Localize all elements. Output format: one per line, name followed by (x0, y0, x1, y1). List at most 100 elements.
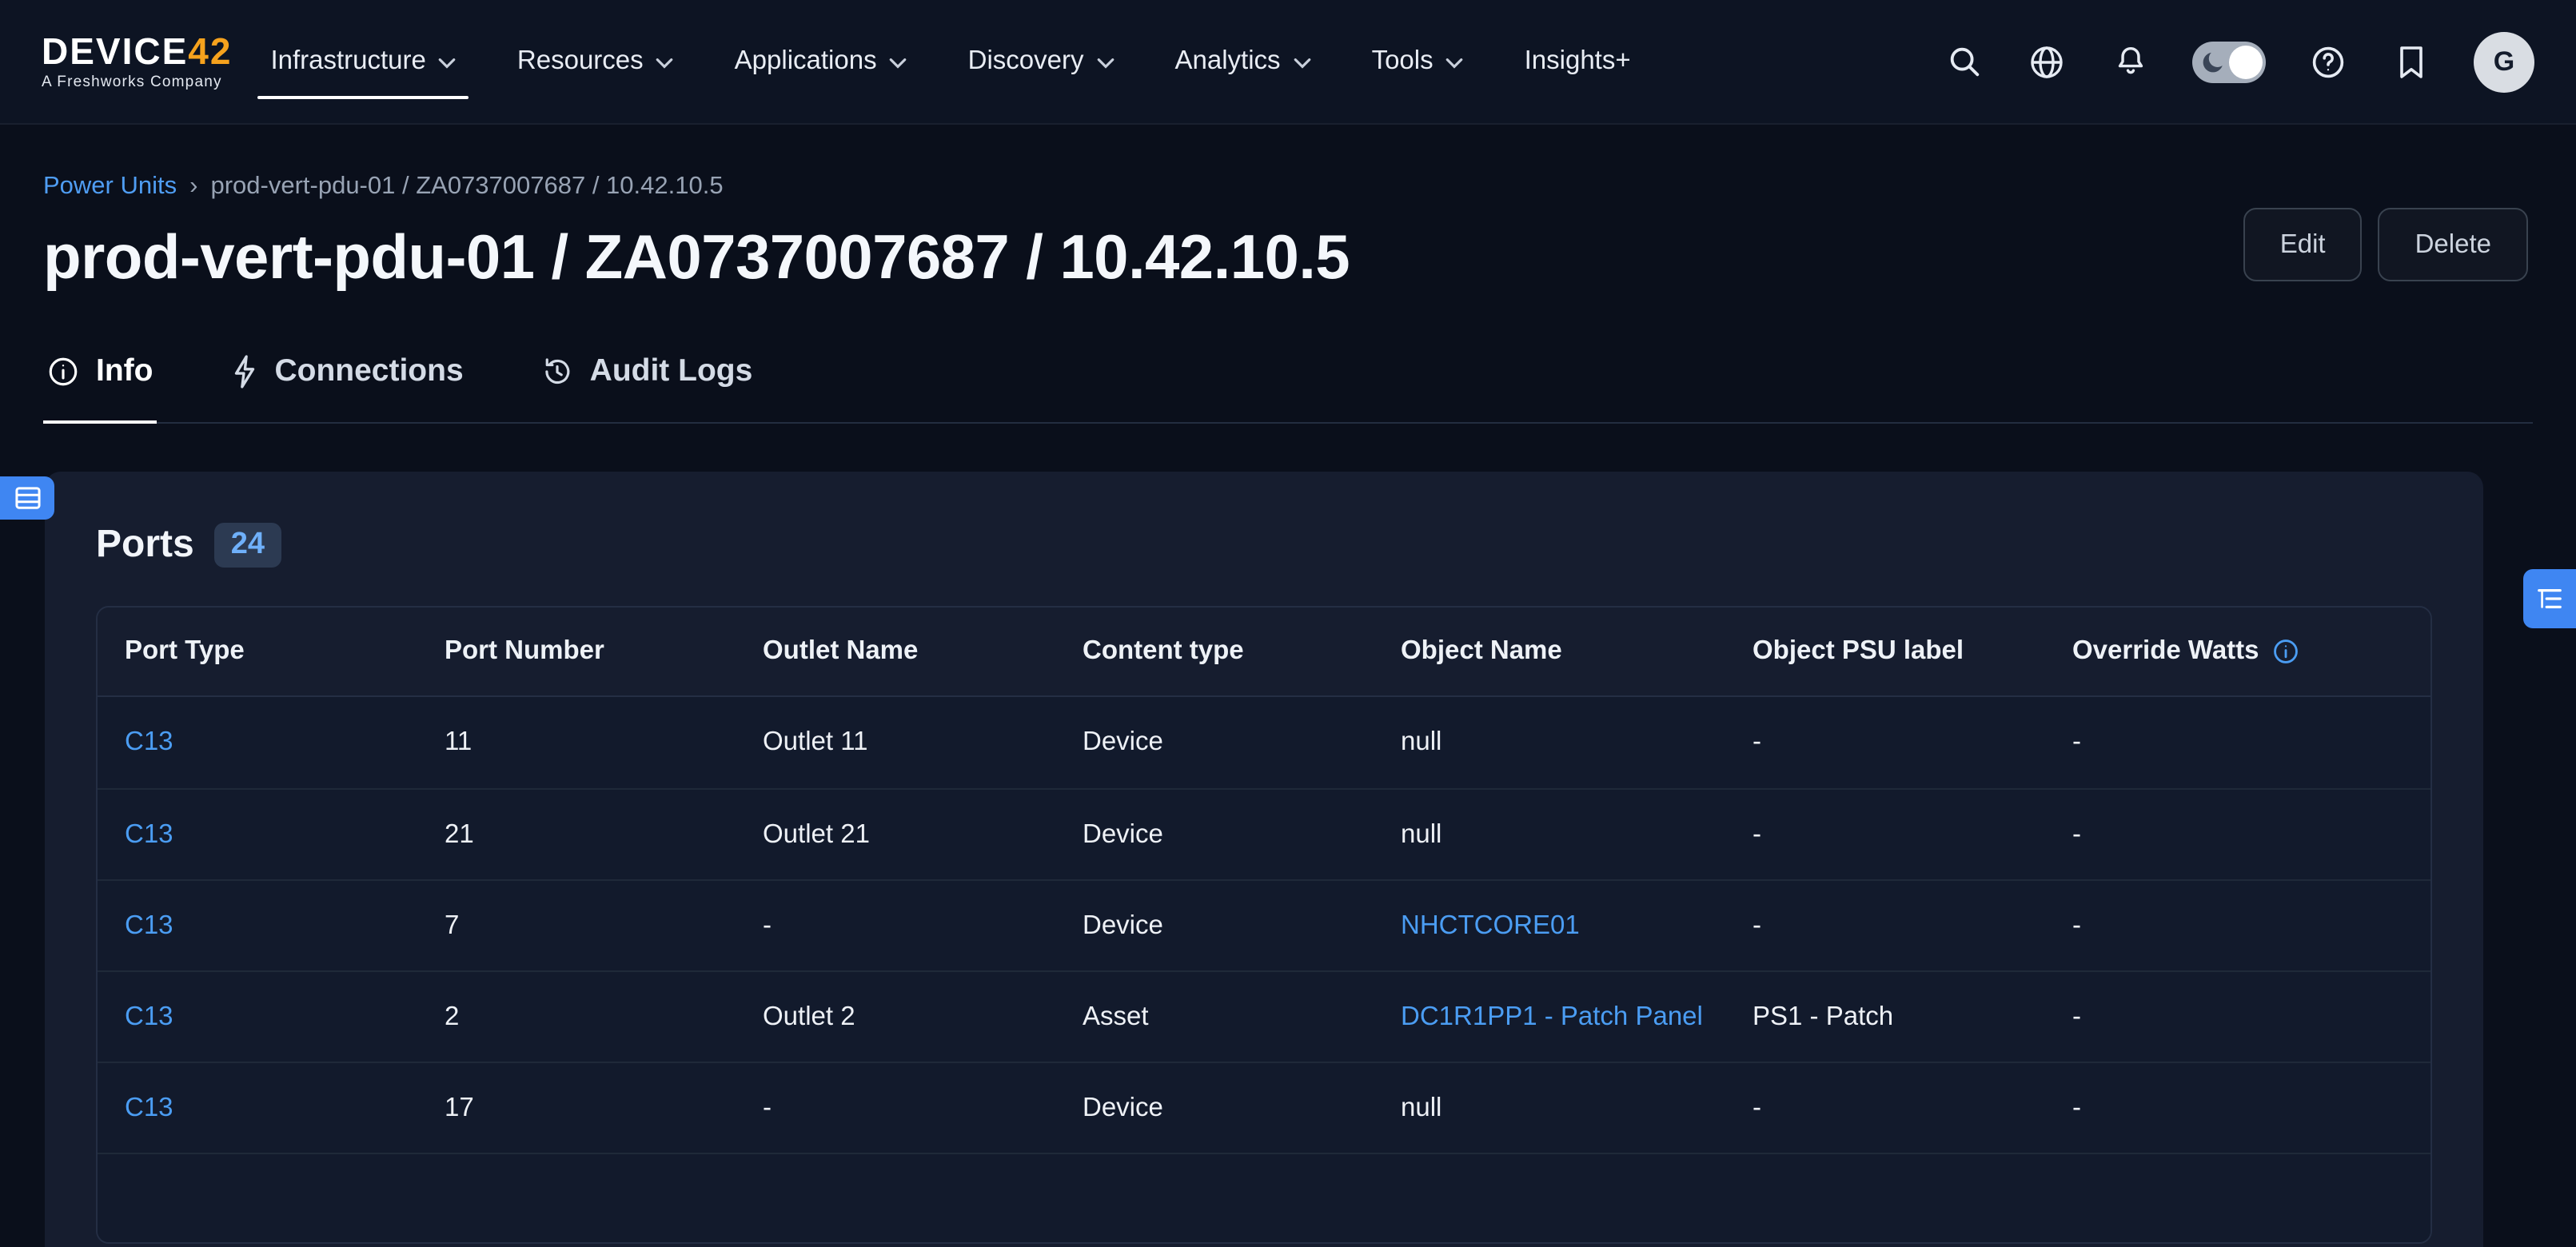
cell-text: 7 (445, 910, 459, 941)
nav-label: Infrastructure (270, 46, 425, 77)
nav-item-applications[interactable]: Applications (732, 0, 911, 123)
tab-info[interactable]: Info (43, 345, 156, 422)
column-header-object-name: Object Name (1374, 636, 1725, 667)
nav-label: Applications (735, 46, 877, 77)
tree-view-toggle-button[interactable] (2523, 569, 2576, 628)
table-row: C132Outlet 2AssetDC1R1PP1 - Patch PanelP… (98, 970, 2430, 1062)
cell-text: Device (1083, 1093, 1163, 1123)
main-nav: Infrastructure Resources Applications Di… (267, 0, 1633, 123)
chevron-down-icon (656, 58, 674, 69)
cell-link[interactable]: NHCTCORE01 (1401, 910, 1580, 941)
table-row: C1311Outlet 11Devicenull-- (98, 697, 2430, 788)
cell-text: Outlet 21 (763, 819, 870, 850)
list-panel-icon (14, 486, 41, 510)
nav-item-tools[interactable]: Tools (1369, 0, 1467, 123)
tab-audit-logs[interactable]: Audit Logs (537, 345, 756, 422)
help-icon[interactable] (2307, 41, 2349, 82)
ports-table: Port Type Port Number Outlet Name Conten… (96, 606, 2432, 1244)
nav-item-resources[interactable]: Resources (514, 0, 677, 123)
chevron-down-icon (439, 58, 457, 69)
breadcrumb-current: prod-vert-pdu-01 / ZA0737007687 / 10.42.… (210, 173, 723, 201)
top-navbar: DEVICE42 A Freshworks Company Infrastruc… (0, 0, 2576, 125)
chevron-down-icon (1446, 58, 1464, 69)
device42-logo[interactable]: DEVICE42 A Freshworks Company (42, 32, 232, 91)
ports-title: Ports (96, 523, 194, 568)
logo-accent: 42 (188, 30, 232, 72)
cell-link[interactable]: C13 (125, 1002, 173, 1032)
breadcrumb-separator: › (189, 173, 197, 201)
cell-text: 2 (445, 1002, 459, 1032)
chevron-down-icon (1294, 58, 1311, 69)
cell-link[interactable]: DC1R1PP1 - Patch Panel (1401, 1002, 1703, 1032)
user-avatar[interactable]: G (2474, 31, 2534, 92)
cell-text: Asset (1083, 1002, 1149, 1032)
cell-link[interactable]: C13 (125, 910, 173, 941)
app-viewport: DEVICE42 A Freshworks Company Infrastruc… (0, 0, 2576, 1247)
info-tooltip-icon[interactable] (2272, 638, 2299, 665)
table-row: C1321Outlet 21Devicenull-- (98, 788, 2430, 879)
cell-text: - (1753, 910, 1761, 941)
nav-item-infrastructure[interactable]: Infrastructure (267, 0, 459, 123)
breadcrumb-root-link[interactable]: Power Units (43, 173, 177, 201)
navbar-utilities: G (1943, 31, 2534, 92)
history-icon (540, 354, 574, 388)
column-header-content-type: Content type (1055, 636, 1374, 667)
cell-text: Device (1083, 910, 1163, 941)
table-row: C1317-Devicenull-- (98, 1062, 2430, 1153)
cell-text: - (1753, 727, 1761, 758)
header-actions: Edit Delete (2243, 208, 2528, 281)
cell-text: Device (1083, 819, 1163, 850)
tab-label: Info (96, 353, 153, 389)
notifications-bell-icon[interactable] (2109, 41, 2151, 82)
table-header-row: Port Type Port Number Outlet Name Conten… (98, 608, 2430, 697)
nav-item-analytics[interactable]: Analytics (1172, 0, 1314, 123)
cell-text: 17 (445, 1093, 474, 1123)
breadcrumb: Power Units › prod-vert-pdu-01 / ZA07370… (43, 173, 2533, 201)
cell-text: - (1753, 819, 1761, 850)
tab-label: Connections (274, 353, 463, 389)
cell-text: - (763, 910, 772, 941)
chevron-down-icon (1097, 58, 1115, 69)
nav-item-discovery[interactable]: Discovery (965, 0, 1118, 123)
cell-text: PS1 - Patch (1753, 1002, 1893, 1032)
avatar-initial: G (2494, 46, 2514, 78)
tab-connections[interactable]: Connections (226, 345, 466, 422)
cell-text: null (1401, 819, 1442, 850)
side-panel-toggle-button[interactable] (0, 476, 54, 520)
cell-text: - (763, 1093, 772, 1123)
cell-link[interactable]: C13 (125, 819, 173, 850)
cell-text: - (2072, 1093, 2081, 1123)
cell-text: Device (1083, 727, 1163, 758)
table-row-partial (98, 1153, 2430, 1242)
dark-mode-toggle[interactable] (2192, 41, 2266, 82)
chevron-down-icon (890, 58, 907, 69)
cell-text: null (1401, 727, 1442, 758)
page-title: prod-vert-pdu-01 / ZA0737007687 / 10.42.… (43, 221, 2533, 297)
logo-text: DEVICE (42, 30, 188, 72)
nav-label: Resources (517, 46, 644, 77)
globe-icon[interactable] (2026, 41, 2068, 82)
cell-text: 11 (445, 727, 472, 758)
tab-label: Audit Logs (590, 353, 753, 389)
nav-label: Analytics (1175, 46, 1281, 77)
search-icon[interactable] (1943, 41, 1984, 82)
delete-button[interactable]: Delete (2379, 208, 2528, 281)
page-header: Power Units › prod-vert-pdu-01 / ZA07370… (0, 125, 2576, 297)
nav-label: Tools (1372, 46, 1434, 77)
cell-text: - (2072, 727, 2081, 758)
ports-table-body: C1311Outlet 11Devicenull--C1321Outlet 21… (98, 697, 2430, 1153)
nav-item-insights[interactable]: Insights+ (1521, 0, 1634, 123)
tree-icon (2536, 585, 2563, 612)
info-icon (46, 354, 80, 388)
cell-text: null (1401, 1093, 1442, 1123)
column-header-outlet-name: Outlet Name (736, 636, 1055, 667)
column-header-port-number: Port Number (417, 636, 736, 667)
bookmark-icon[interactable] (2391, 41, 2432, 82)
edit-button[interactable]: Edit (2243, 208, 2363, 281)
cell-link[interactable]: C13 (125, 1093, 173, 1123)
column-header-override-watts: Override Watts (2045, 636, 2430, 667)
cell-text: - (2072, 819, 2081, 850)
cell-text: - (2072, 910, 2081, 941)
ports-card: Ports 24 Port Type Port Number Outlet Na… (45, 472, 2483, 1247)
cell-link[interactable]: C13 (125, 727, 173, 758)
